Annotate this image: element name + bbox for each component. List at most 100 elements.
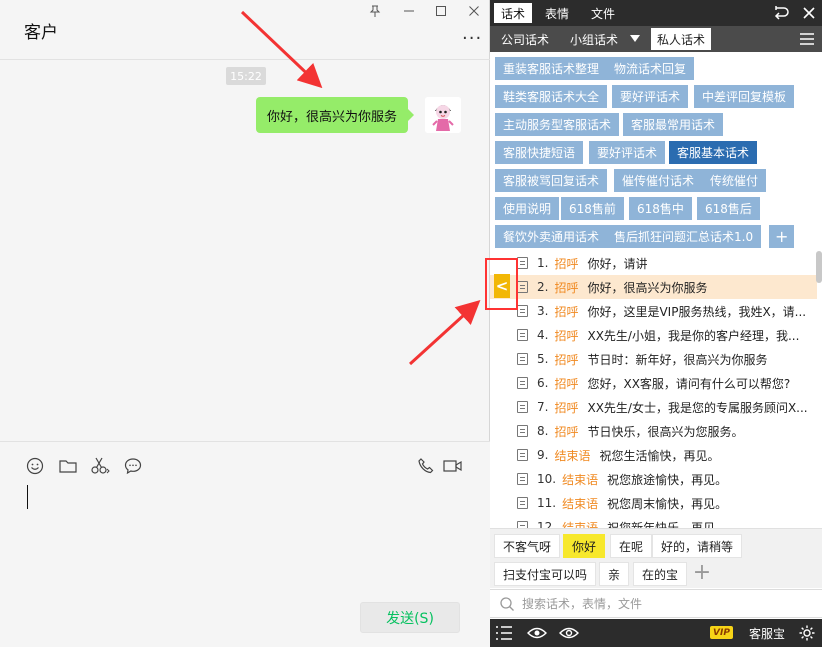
- video-call-button[interactable]: [443, 456, 463, 476]
- text-cursor[interactable]: [27, 485, 28, 509]
- send-button[interactable]: 发送(S): [360, 602, 460, 633]
- voice-call-button[interactable]: [416, 456, 436, 476]
- phrase-text: 你好，很高兴为你服务: [587, 280, 708, 295]
- video-camera-icon: [443, 460, 462, 472]
- category-button[interactable]: 重装客服话术整理: [495, 57, 608, 80]
- category-button[interactable]: 客服基本话术: [669, 141, 758, 164]
- message-input-area: 发送(S): [0, 441, 490, 647]
- document-icon: [517, 257, 528, 269]
- phrase-library-tabs: 公司话术 小组话术 私人话术: [490, 26, 822, 52]
- tab-group-phrases[interactable]: 小组话术: [564, 28, 624, 50]
- category-button[interactable]: 催传催付话术: [614, 169, 703, 192]
- phrase-item[interactable]: 8. 招呼 节日快乐，很高兴为您服务。: [490, 419, 817, 443]
- maximize-button[interactable]: [430, 2, 452, 20]
- phrase-item[interactable]: 12. 结束语 祝您新年快乐，再见。: [490, 515, 817, 528]
- phrase-text: 祝您生活愉快，再见。: [599, 448, 720, 463]
- category-button[interactable]: 要好评话术: [589, 141, 666, 164]
- gear-icon[interactable]: [798, 624, 816, 642]
- tab-private-phrases[interactable]: 私人话术: [651, 28, 712, 50]
- category-button[interactable]: 传统催付: [702, 169, 767, 192]
- search-box: [490, 589, 822, 618]
- return-icon[interactable]: [772, 4, 790, 22]
- pin-icon: [369, 5, 381, 17]
- avatar[interactable]: [425, 97, 461, 133]
- phrase-item[interactable]: 6. 招呼 您好，XX客服，请问有什么可以帮您?: [490, 371, 817, 395]
- category-button[interactable]: 使用说明: [495, 197, 560, 220]
- phrase-item[interactable]: 9. 结束语 祝您生活愉快，再见。: [490, 443, 817, 467]
- document-icon: [517, 305, 528, 317]
- phrase-item[interactable]: 11. 结束语 祝您周末愉快，再见。: [490, 491, 817, 515]
- add-quick-reply-button[interactable]: +: [690, 560, 714, 585]
- document-icon: [517, 449, 528, 461]
- message-text: 你好，很高兴为你服务: [267, 109, 398, 125]
- quick-reply-button[interactable]: 在呢: [610, 534, 653, 558]
- quick-reply-button[interactable]: 亲: [599, 562, 630, 586]
- category-button[interactable]: 售后抓狂问题汇总话术1.0: [606, 225, 762, 248]
- category-button[interactable]: 餐饮外卖通用话术: [495, 225, 608, 248]
- minimize-button[interactable]: [398, 2, 420, 20]
- phrase-tag: 招呼: [554, 400, 579, 415]
- tab-phrases[interactable]: 话术: [494, 3, 533, 23]
- phrase-number: 7.: [537, 400, 549, 414]
- category-button[interactable]: 618售前: [561, 197, 624, 220]
- category-button[interactable]: 中差评回复模板: [694, 85, 795, 108]
- phrase-number: 11.: [537, 496, 557, 510]
- category-button[interactable]: 618售后: [697, 197, 760, 220]
- quick-reply-area: + 不客气呀 你好 在呢 好的，请稍等扫支付宝可以吗亲在的宝: [490, 528, 822, 588]
- tab-company-phrases[interactable]: 公司话术: [495, 28, 555, 50]
- category-button[interactable]: 物流话术回复: [606, 57, 695, 80]
- tab-stickers[interactable]: 表情: [538, 3, 576, 23]
- quick-reply-button[interactable]: 不客气呀: [494, 534, 561, 558]
- document-icon: [517, 521, 528, 528]
- search-input[interactable]: [522, 593, 812, 615]
- phrase-text: 节日时：新年好，很高兴为你服务: [587, 352, 768, 367]
- vip-badge[interactable]: VIP: [710, 626, 733, 639]
- phrase-assistant-panel: 话术 表情 文件 公司话术 小组话术 私人话术 重装客服话术整理 物流话术回复鞋类…: [490, 0, 822, 647]
- category-button[interactable]: 鞋类客服话术大全: [495, 85, 608, 108]
- scissors-icon: [91, 457, 110, 474]
- close-icon[interactable]: [800, 4, 818, 22]
- category-button[interactable]: 客服最常用话术: [623, 113, 724, 136]
- panel-top-bar: 话术 表情 文件: [490, 0, 822, 26]
- eye-icon[interactable]: [527, 624, 547, 642]
- phrase-number: 3.: [537, 304, 549, 318]
- category-button[interactable]: 要好评话术: [612, 85, 689, 108]
- send-file-button[interactable]: [58, 456, 78, 476]
- more-options-button[interactable]: ···: [462, 28, 482, 49]
- category-button[interactable]: 客服快捷短语: [495, 141, 584, 164]
- phrase-text: 祝您周末愉快，再见。: [607, 496, 728, 511]
- preview-eye-icon[interactable]: [559, 624, 579, 642]
- screenshot-button[interactable]: [90, 456, 110, 476]
- chevron-down-icon[interactable]: [630, 35, 640, 42]
- phone-icon: [418, 458, 434, 474]
- chat-header: 客户 ···: [0, 0, 490, 60]
- add-category-button[interactable]: +: [769, 225, 795, 248]
- phrase-item[interactable]: 1. 招呼 你好，请讲: [490, 251, 817, 275]
- pin-button[interactable]: [364, 2, 386, 20]
- close-button[interactable]: [463, 2, 485, 20]
- phrase-item[interactable]: 4. 招呼 XX先生/小姐，我是你的客户经理，我...: [490, 323, 817, 347]
- quick-reply-button[interactable]: 在的宝: [633, 562, 688, 586]
- phrase-tag: 结束语: [562, 496, 599, 511]
- chat-bubble-icon: [124, 458, 142, 475]
- emoji-button[interactable]: [25, 456, 45, 476]
- hamburger-menu-icon[interactable]: [799, 31, 815, 47]
- quick-reply-button[interactable]: 扫支付宝可以吗: [494, 562, 597, 586]
- list-menu-icon[interactable]: [494, 624, 514, 642]
- category-button[interactable]: 618售中: [629, 197, 692, 220]
- phrase-item[interactable]: 3. 招呼 你好，这里是VIP服务热线，我姓X，请...: [490, 299, 817, 323]
- phrase-list: 1. 招呼 你好，请讲 2. 招呼 你好，很高兴为你服务 3. 招呼 你好，这里是VIP服务热线…: [490, 251, 822, 528]
- category-button[interactable]: 客服被骂回复话术: [495, 169, 608, 192]
- phrase-tag: 招呼: [554, 376, 579, 391]
- quick-reply-button[interactable]: 你好: [563, 534, 606, 558]
- phrase-item[interactable]: 10. 结束语 祝您旅途愉快，再见。: [490, 467, 817, 491]
- tab-files[interactable]: 文件: [584, 3, 622, 23]
- phrase-item[interactable]: 2. 招呼 你好，很高兴为你服务: [490, 275, 817, 299]
- document-icon: [517, 353, 528, 365]
- quick-reply-button[interactable]: 好的，请稍等: [652, 534, 743, 558]
- phrase-item[interactable]: 5. 招呼 节日时：新年好，很高兴为你服务: [490, 347, 817, 371]
- phrase-list-scrollbar[interactable]: [816, 251, 822, 283]
- chat-history-button[interactable]: [123, 456, 143, 476]
- category-button[interactable]: 主动服务型客服话术: [495, 113, 620, 136]
- phrase-item[interactable]: 7. 招呼 XX先生/女士，我是您的专属服务顾问X...: [490, 395, 817, 419]
